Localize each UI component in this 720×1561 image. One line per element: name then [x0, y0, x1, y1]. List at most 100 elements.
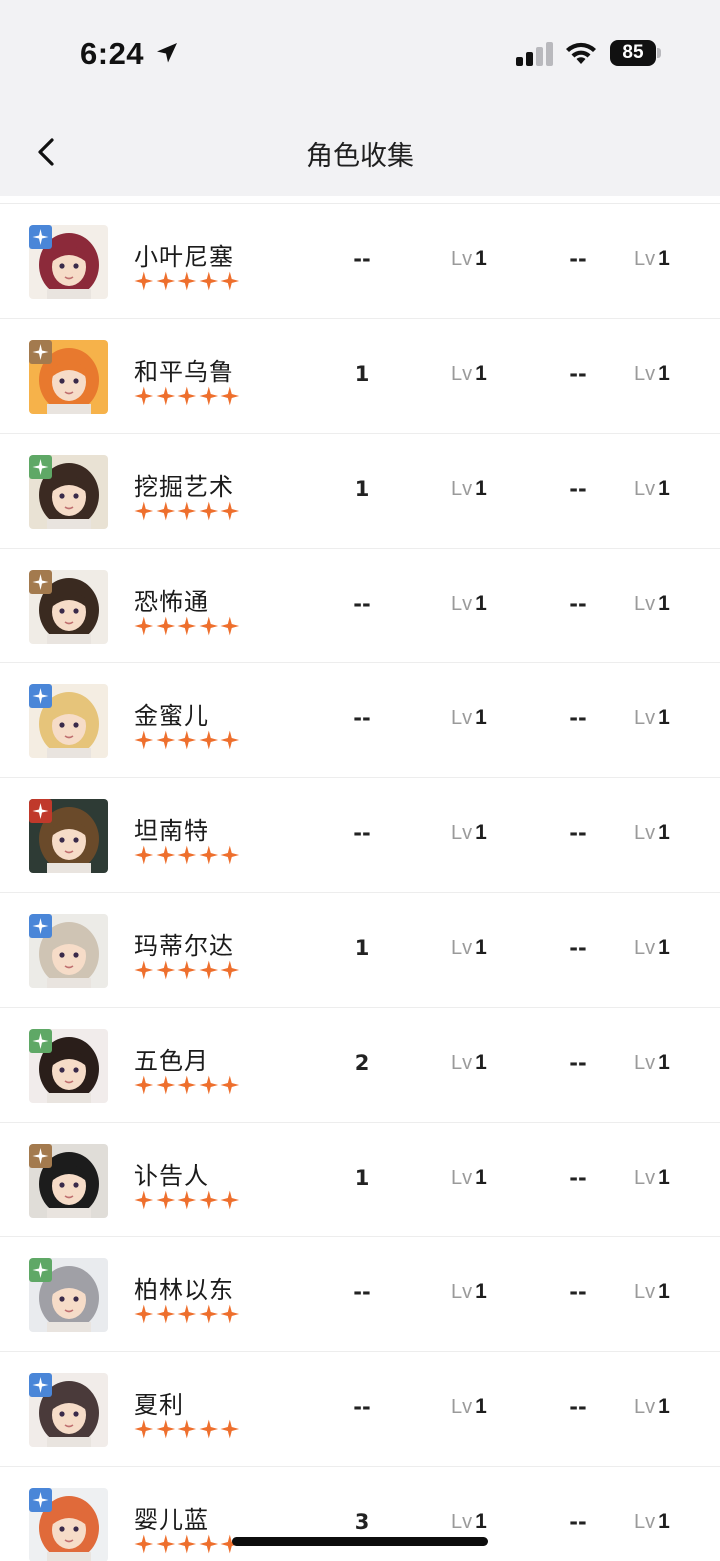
character-level: Lv 1 — [451, 362, 487, 386]
battery-indicator: 85 — [610, 40, 661, 66]
constellation-count: 1 — [354, 1165, 370, 1190]
level-value: 1 — [475, 1395, 487, 1419]
home-indicator[interactable] — [232, 1537, 488, 1546]
star-icon — [176, 959, 198, 981]
star-rating — [133, 270, 241, 292]
level-prefix: Lv — [451, 363, 473, 385]
character-row[interactable]: 坦南特 -- Lv 1 -- Lv 1 — [0, 778, 720, 893]
star-icon — [198, 270, 220, 292]
constellation-count: -- — [353, 1280, 371, 1305]
star-icon — [176, 729, 198, 751]
star-icon — [219, 385, 241, 407]
weapon-refine: -- — [569, 247, 587, 271]
level-value: 1 — [658, 1509, 670, 1533]
level-value: 1 — [475, 1280, 487, 1304]
weapon-refine: -- — [569, 706, 587, 731]
star-icon — [133, 844, 155, 866]
character-level: Lv 1 — [451, 936, 487, 960]
character-portrait — [29, 913, 108, 988]
star-icon — [155, 1189, 177, 1211]
character-row[interactable]: 柏林以东 -- Lv 1 -- Lv 1 — [0, 1237, 720, 1353]
character-name: 小叶尼塞 — [134, 243, 234, 271]
level-prefix: Lv — [634, 1396, 656, 1419]
weapon-level: Lv 1 — [634, 936, 670, 960]
character-name: 坦南特 — [134, 817, 209, 846]
star-icon — [176, 844, 198, 866]
level-value: 1 — [658, 1280, 670, 1304]
level-value: 1 — [475, 1050, 487, 1074]
character-level: Lv 1 — [451, 1051, 487, 1075]
page-title: 角色收集 — [306, 141, 414, 172]
element-aero-icon — [29, 454, 52, 479]
star-rating — [133, 1533, 241, 1555]
character-row[interactable]: 和平乌鲁 1 Lv 1 -- Lv 1 — [0, 319, 720, 434]
star-icon — [155, 1533, 177, 1555]
character-level: Lv 1 — [451, 247, 487, 271]
element-fusion-icon — [29, 1143, 52, 1168]
character-row[interactable]: 讣告人 1 Lv 1 -- Lv 1 — [0, 1123, 720, 1238]
weapon-refine: -- — [569, 476, 587, 501]
level-value: 1 — [475, 706, 487, 730]
level-prefix: Lv — [634, 1166, 656, 1189]
level-value: 1 — [658, 1395, 670, 1419]
level-value: 1 — [658, 821, 670, 845]
level-value: 1 — [658, 706, 670, 730]
character-level: Lv 1 — [451, 821, 487, 845]
level-value: 1 — [658, 1050, 670, 1074]
character-row[interactable]: 金蜜儿 -- Lv 1 -- Lv 1 — [0, 663, 720, 779]
weapon-refine: -- — [569, 1050, 587, 1075]
level-prefix: Lv — [451, 1166, 473, 1189]
character-portrait — [29, 569, 108, 644]
character-portrait — [29, 1373, 108, 1448]
character-level: Lv 1 — [451, 592, 487, 616]
star-icon — [198, 959, 220, 981]
level-value: 1 — [658, 1165, 670, 1189]
star-icon — [155, 385, 177, 407]
character-row[interactable]: 夏利 -- Lv 1 -- Lv 1 — [0, 1352, 720, 1467]
weapon-refine: -- — [569, 1509, 587, 1534]
constellation-count: -- — [353, 1395, 371, 1420]
character-name: 五色月 — [134, 1046, 209, 1075]
weapon-level: Lv 1 — [634, 1510, 670, 1534]
element-aero-icon — [29, 1258, 52, 1283]
character-row[interactable]: 玛蒂尔达 1 Lv 1 -- Lv 1 — [0, 893, 720, 1008]
character-name: 和平乌鲁 — [134, 358, 234, 386]
level-prefix: Lv — [634, 707, 656, 730]
level-prefix: Lv — [634, 936, 656, 959]
star-icon — [198, 1189, 220, 1211]
star-icon — [219, 844, 241, 866]
location-arrow-icon — [157, 43, 177, 63]
star-rating — [133, 844, 241, 866]
star-icon — [133, 1189, 155, 1211]
star-icon — [198, 385, 220, 407]
star-rating — [133, 385, 241, 407]
star-icon — [176, 270, 198, 292]
weapon-refine: -- — [569, 362, 587, 386]
character-portrait — [29, 684, 108, 759]
character-name: 夏利 — [134, 1391, 184, 1420]
character-level: Lv 1 — [451, 706, 487, 730]
character-row[interactable]: 婴儿蓝 3 Lv 1 -- Lv 1 — [0, 1467, 720, 1561]
star-icon — [198, 500, 220, 522]
level-prefix: Lv — [451, 1051, 473, 1074]
star-icon — [219, 1189, 241, 1211]
weapon-level: Lv 1 — [634, 247, 670, 271]
star-icon — [219, 615, 241, 637]
star-icon — [133, 1303, 155, 1325]
constellation-count: -- — [353, 247, 371, 271]
constellation-count: -- — [353, 706, 371, 731]
star-rating — [133, 1074, 241, 1096]
character-row[interactable]: 挖掘艺术 1 Lv 1 -- Lv 1 — [0, 434, 720, 549]
character-row[interactable]: 五色月 2 Lv 1 -- Lv 1 — [0, 1008, 720, 1123]
character-portrait — [29, 799, 108, 874]
character-row[interactable]: 恐怖通 -- Lv 1 -- Lv 1 — [0, 549, 720, 664]
level-prefix: Lv — [451, 1510, 473, 1533]
character-row[interactable]: 小叶尼塞 -- Lv 1 -- Lv 1 — [0, 204, 720, 319]
weapon-level: Lv 1 — [634, 1051, 670, 1075]
character-portrait — [29, 225, 108, 299]
battery-level: 85 — [622, 42, 644, 63]
level-value: 1 — [475, 591, 487, 615]
level-prefix: Lv — [634, 592, 656, 615]
character-level: Lv 1 — [451, 1280, 487, 1304]
star-icon — [176, 1074, 198, 1096]
